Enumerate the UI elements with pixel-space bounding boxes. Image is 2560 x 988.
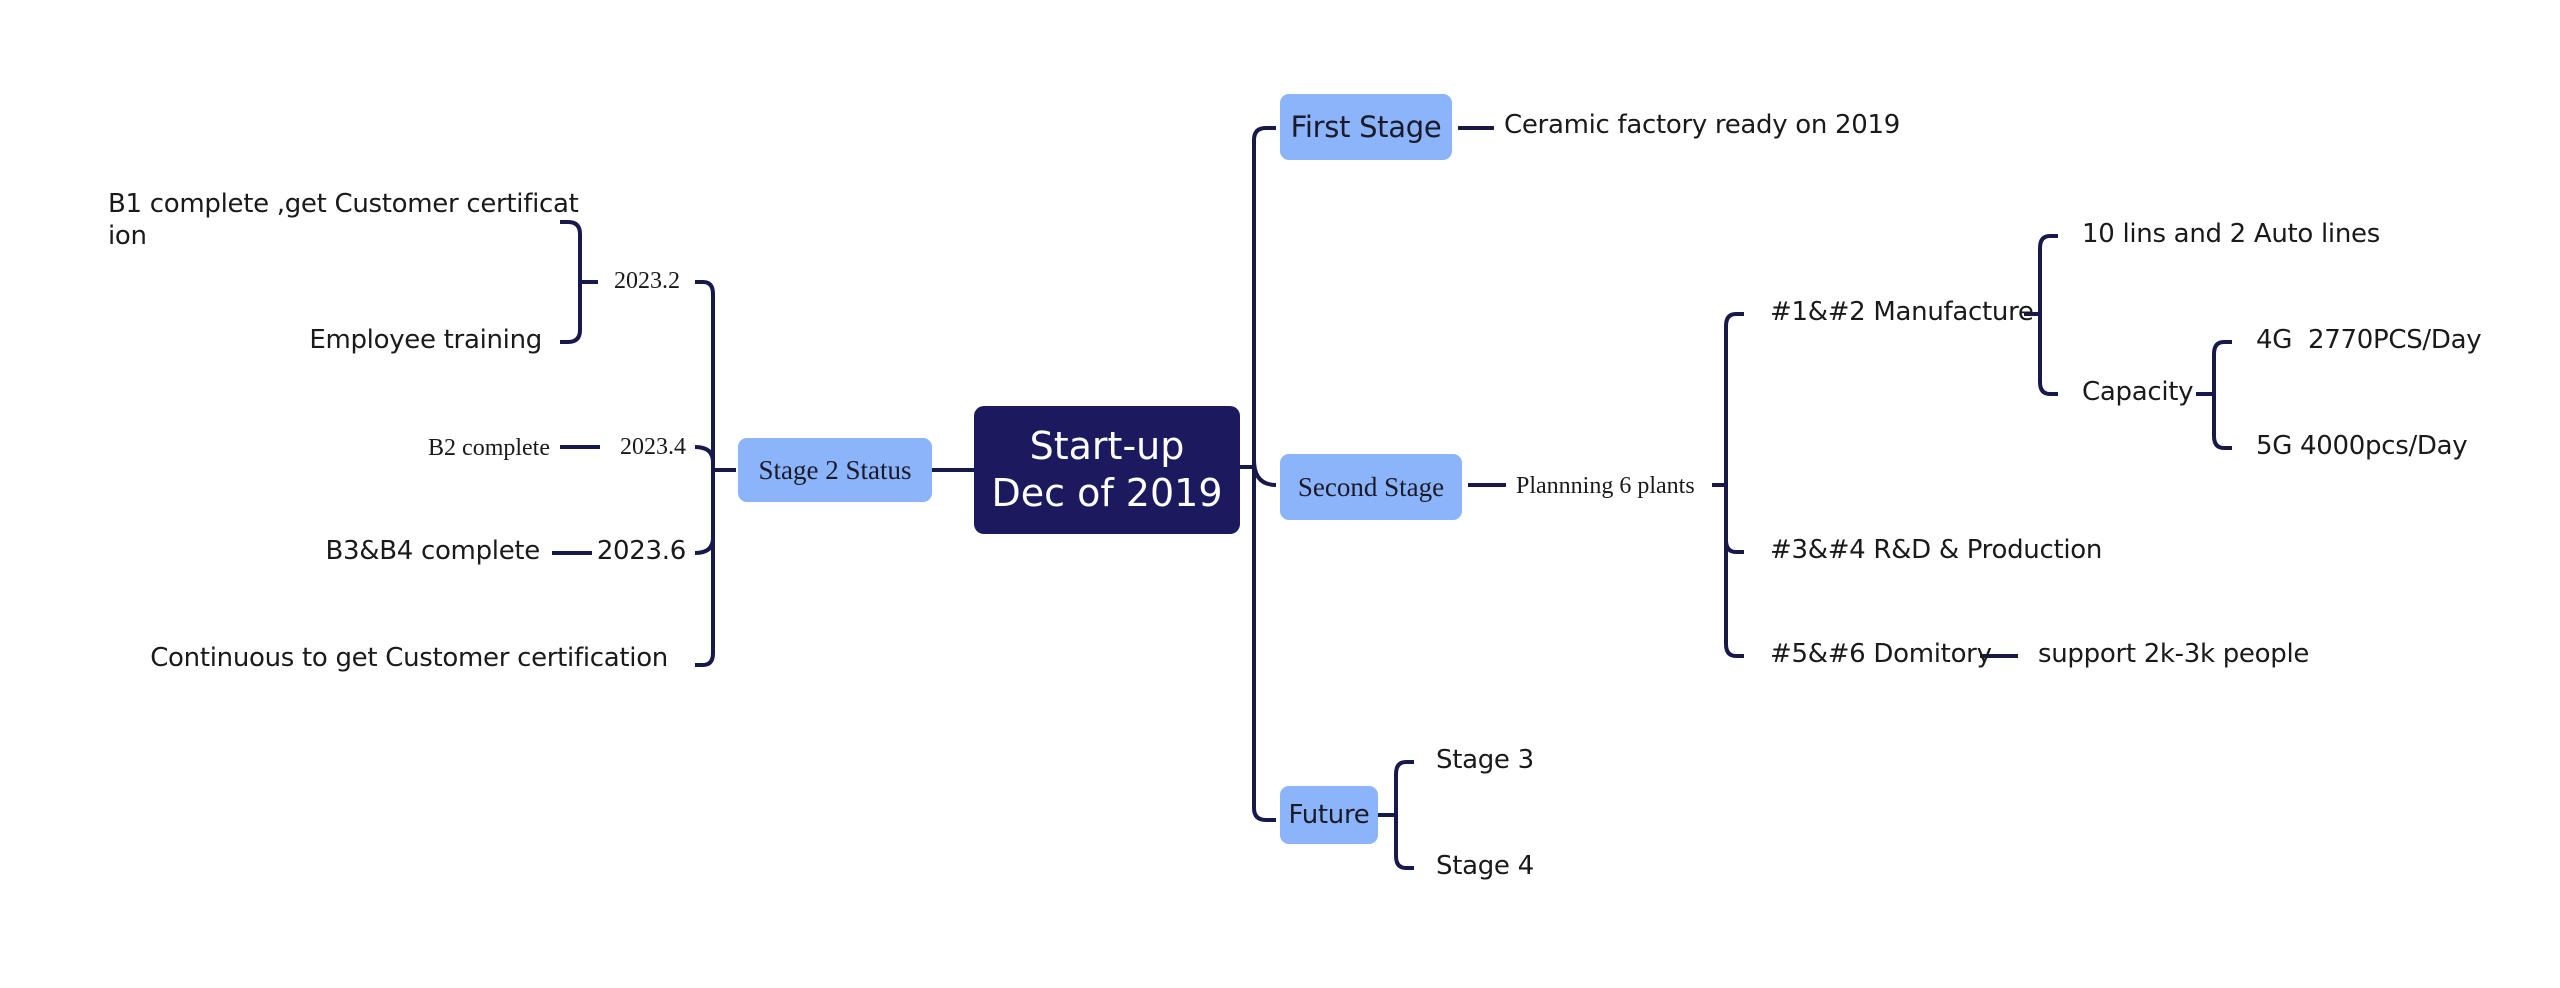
connector-plants-bracket <box>1724 312 1744 658</box>
node-plant-5-6[interactable]: #5&#6 Domitory <box>1770 639 1992 670</box>
mind-map-canvas: Start-up Dec of 2019 First Stage Ceramic… <box>0 0 2560 988</box>
branch-first-stage[interactable]: First Stage <box>1280 94 1452 160</box>
node-capacity-4g[interactable]: 4G 2770PCS/Day <box>2256 325 2482 356</box>
node-stage-3[interactable]: Stage 3 <box>1436 745 1534 776</box>
connector-capacity-bracket <box>2212 340 2232 450</box>
node-b1-complete[interactable]: B1 complete ,get Customer certificat ion <box>108 188 579 252</box>
root-node[interactable]: Start-up Dec of 2019 <box>974 406 1240 534</box>
node-production-lines[interactable]: 10 lins and 2 Auto lines <box>2082 219 2380 250</box>
node-date-2023-6[interactable]: 2023.6 <box>597 536 686 567</box>
node-dormitory-capacity[interactable]: support 2k-3k people <box>2038 639 2309 670</box>
branch-second-stage-label: Second Stage <box>1297 471 1445 502</box>
node-stage-4[interactable]: Stage 4 <box>1436 851 1534 882</box>
connector-future-bracket <box>1394 760 1414 870</box>
node-b3-b4-complete[interactable]: B3&B4 complete <box>325 536 540 567</box>
branch-stage-2-status[interactable]: Stage 2 Status <box>738 438 932 502</box>
node-capacity-5g[interactable]: 5G 4000pcs/Day <box>2256 431 2468 462</box>
node-b2-complete[interactable]: B2 complete <box>428 435 550 463</box>
connector-spine-second <box>1252 459 1277 487</box>
connector-left-spine <box>695 280 715 667</box>
connector-p12-bracket <box>2038 234 2058 396</box>
node-plannning-plants[interactable]: Plannning 6 plants <box>1516 473 1695 501</box>
node-continuous-certification[interactable]: Continuous to get Customer certification <box>150 643 668 674</box>
node-plant-1-2[interactable]: #1&#2 Manufacture <box>1770 297 2034 328</box>
node-b1-complete-line1: B1 complete ,get Customer certificat <box>108 189 579 219</box>
node-plant-3-4[interactable]: #3&#4 R&D & Production <box>1770 535 2102 566</box>
node-date-2023-4[interactable]: 2023.4 <box>620 434 686 462</box>
node-ceramic-factory[interactable]: Ceramic factory ready on 2019 <box>1504 110 1900 141</box>
connector-plant34 <box>1724 539 1744 554</box>
root-title-line2: Dec of 2019 <box>991 471 1223 515</box>
node-b1-complete-line2: ion <box>108 221 147 251</box>
branch-second-stage[interactable]: Second Stage <box>1280 454 1462 520</box>
branch-future-label: Future <box>1288 800 1370 830</box>
node-capacity[interactable]: Capacity <box>2082 377 2194 408</box>
node-employee-training[interactable]: Employee training <box>309 325 542 356</box>
branch-first-stage-label: First Stage <box>1290 110 1442 144</box>
node-date-2023-2[interactable]: 2023.2 <box>614 268 680 296</box>
root-title-line1: Start-up <box>1029 423 1185 468</box>
branch-future[interactable]: Future <box>1280 786 1378 844</box>
connector-left-2023-6 <box>694 537 715 555</box>
connector-left-2023-4 <box>694 445 715 463</box>
branch-stage-2-status-label: Stage 2 Status <box>758 454 912 485</box>
